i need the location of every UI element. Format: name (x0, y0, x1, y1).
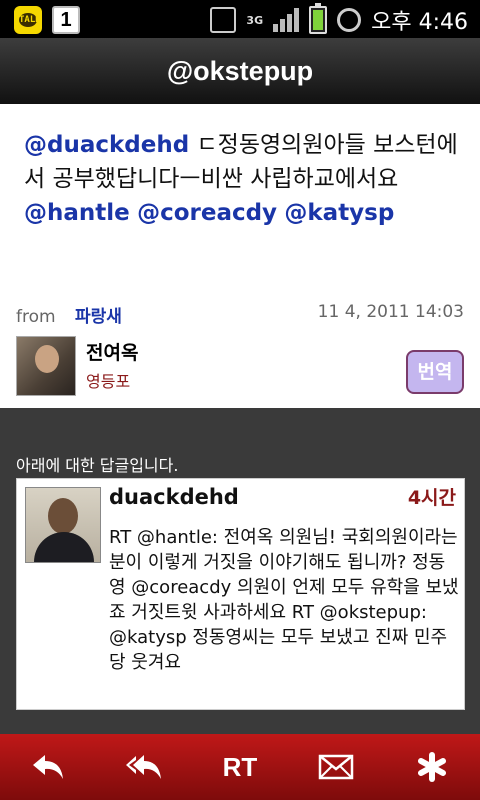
page-title: @okstepup (166, 56, 314, 86)
network-type: 3G (246, 13, 264, 27)
retweet-button[interactable]: RT (210, 742, 270, 792)
favorite-icon (418, 752, 446, 782)
reply-all-button[interactable] (114, 742, 174, 792)
status-clock: 오후 4:46 (371, 10, 468, 35)
retweet-icon: RT (222, 751, 258, 782)
message-icon (318, 754, 354, 780)
reply-time: 4시간 (407, 487, 456, 509)
status-bar-notifications: TALK 1 (14, 6, 80, 34)
tweet-source-link[interactable]: 파랑새 (75, 307, 122, 327)
tweet-text: @duackdehd ㄷ정동영의원아들 보스턴에서 공부했답니다ㅡ비싼 사립하교… (24, 128, 464, 230)
reply-button[interactable] (18, 742, 78, 792)
tweet-detail: @duackdehd ㄷ정동영의원아들 보스턴에서 공부했답니다ㅡ비싼 사립하교… (0, 104, 480, 408)
vibrate-icon (210, 7, 237, 33)
alarm-icon (337, 8, 362, 32)
author-avatar[interactable] (16, 336, 76, 396)
signal-icon (273, 8, 300, 32)
author-location: 영등포 (86, 372, 131, 391)
in-reply-to-card[interactable]: duackdehd 4시간 RT @hantle: 전여옥 의원님! 국회의원이… (16, 478, 465, 710)
reply-text: RT @hantle: 전여옥 의원님! 국회의원이라는 분이 이렇게 거짓을 … (109, 527, 459, 673)
title-bar: @okstepup (0, 38, 480, 104)
tweet-date: 11 4, 2011 14:03 (317, 302, 464, 322)
kakaotalk-icon: TALK (14, 6, 42, 34)
translate-button[interactable]: 번역 (406, 350, 464, 394)
tweet-author: 전여옥 영등포 번역 (16, 336, 466, 396)
author-name[interactable]: 전여옥 (86, 338, 138, 365)
favorite-button[interactable] (402, 742, 462, 792)
reply-username[interactable]: duackdehd (109, 485, 239, 509)
calendar-icon: 1 (52, 6, 80, 34)
tweet-text-segment (130, 200, 137, 226)
status-bar: TALK 1 3G 오후 4:46 (0, 0, 480, 38)
reply-avatar[interactable] (25, 487, 101, 563)
reply-icon (33, 755, 63, 779)
tweet-meta: from 파랑새 11 4, 2011 14:03 (16, 302, 466, 327)
status-bar-indicators: 3G 오후 4:46 (210, 3, 468, 36)
in-reply-to-label: 아래에 대한 답글입니다. (16, 456, 179, 475)
reply-all-icon (126, 755, 161, 779)
mention-link[interactable]: @coreacdy (137, 200, 277, 226)
direct-message-button[interactable] (306, 742, 366, 792)
from-label: from (16, 307, 56, 327)
mention-link[interactable]: @hantle (24, 200, 130, 226)
battery-icon (309, 3, 328, 34)
mention-link[interactable]: @katysp (284, 200, 394, 226)
mention-link[interactable]: @duackdehd (24, 132, 189, 158)
action-toolbar: RT (0, 734, 480, 800)
